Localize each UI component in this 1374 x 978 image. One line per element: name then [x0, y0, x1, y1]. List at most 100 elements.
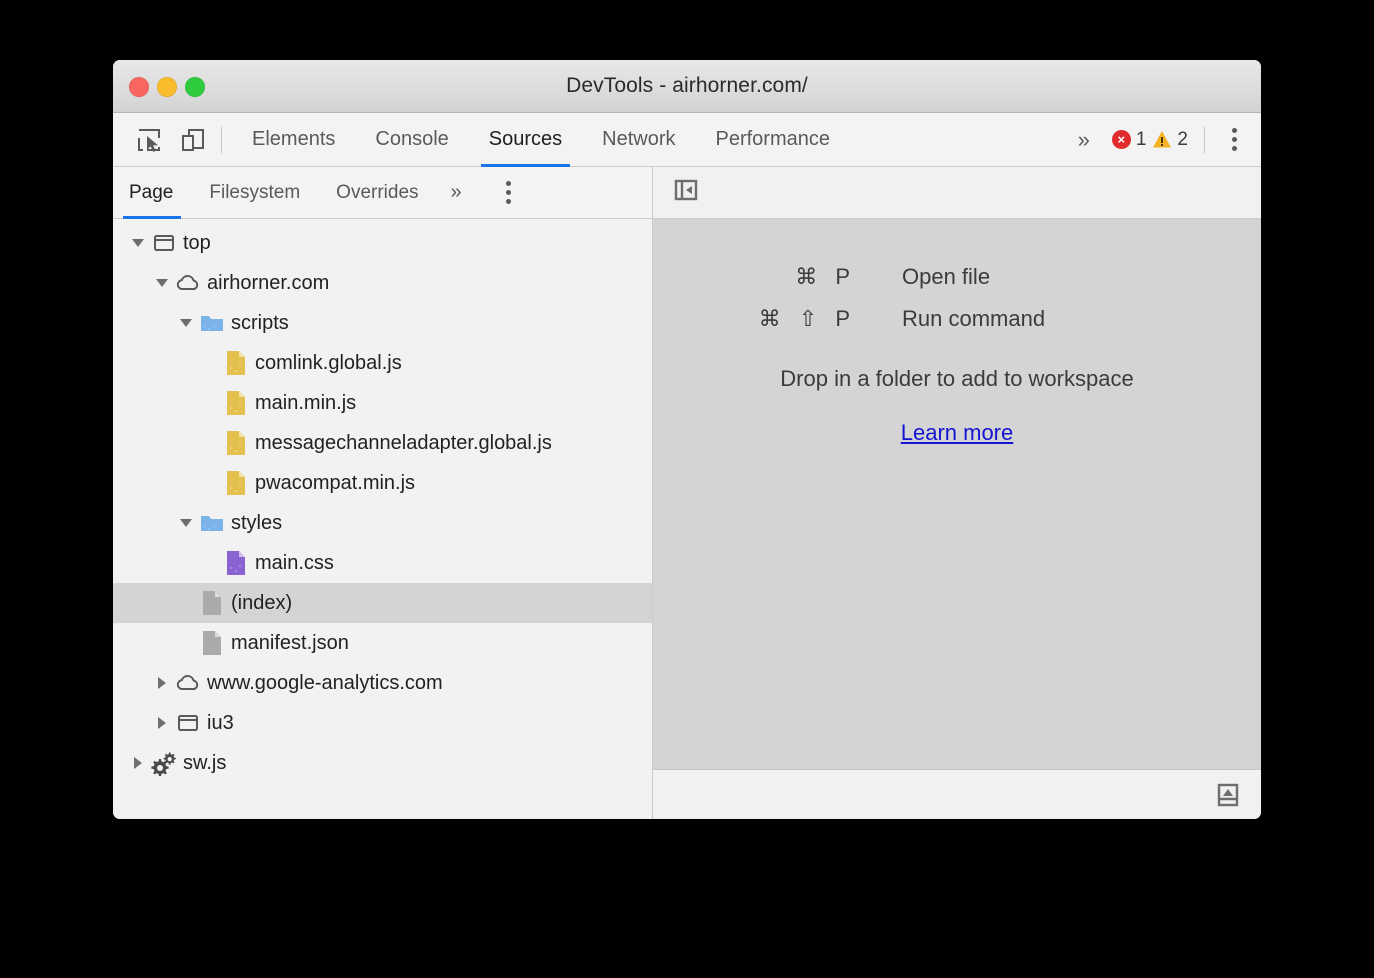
- navigator-panel: Page Filesystem Overrides » top airhorner…: [113, 167, 653, 819]
- minimize-button[interactable]: [157, 77, 177, 97]
- tab-label: Network: [602, 128, 675, 151]
- tree-item-styles[interactable]: styles: [113, 503, 652, 543]
- css-file-icon: [221, 550, 251, 576]
- tab-label: Elements: [252, 128, 335, 151]
- tree-item-comlink-global-js[interactable]: comlink.global.js: [113, 343, 652, 383]
- workspace-drop-hint: Drop in a folder to add to workspace: [780, 366, 1133, 392]
- warning-counter[interactable]: 2: [1152, 129, 1188, 151]
- cloud-icon: [173, 271, 203, 295]
- folder-icon: [197, 312, 227, 334]
- issue-counters: × 1 2: [1106, 129, 1194, 151]
- tree-item-label: main.css: [251, 552, 334, 575]
- device-toolbar-icon[interactable]: [171, 118, 215, 162]
- disclosure-triangle-icon[interactable]: [127, 239, 149, 247]
- devtools-window: DevTools - airhorner.com/ Elements Conso…: [113, 60, 1261, 819]
- toolbar-divider: [221, 127, 222, 153]
- shortcut-label: Run command: [902, 306, 1202, 332]
- warning-count: 2: [1177, 129, 1188, 151]
- tree-item-iu3[interactable]: iu3: [113, 703, 652, 743]
- tab-network[interactable]: Network: [582, 113, 695, 166]
- tab-label: Sources: [489, 128, 562, 151]
- disclosure-triangle-icon[interactable]: [151, 717, 173, 729]
- editor-status-bar: [653, 769, 1261, 819]
- document-icon: [197, 630, 227, 656]
- cloud-icon: [173, 671, 203, 695]
- toolbar-divider-2: [1204, 127, 1205, 153]
- editor-toolbar: [653, 167, 1261, 219]
- tree-item-airhorner-com[interactable]: airhorner.com: [113, 263, 652, 303]
- tree-item-sw-js[interactable]: sw.js: [113, 743, 652, 783]
- shortcut-keys: ⌘ P: [712, 264, 902, 290]
- error-counter[interactable]: × 1: [1112, 129, 1147, 151]
- document-icon: [197, 590, 227, 616]
- warning-icon: [1152, 130, 1172, 149]
- navigator-subtabs: Page Filesystem Overrides »: [113, 167, 652, 219]
- tree-item-label: airhorner.com: [203, 272, 329, 295]
- tree-item-main-min-js[interactable]: main.min.js: [113, 383, 652, 423]
- show-drawer-icon[interactable]: [1213, 780, 1243, 810]
- title-bar: DevTools - airhorner.com/: [113, 60, 1261, 113]
- js-file-icon: [221, 350, 251, 376]
- inspect-element-icon[interactable]: [127, 118, 171, 162]
- show-navigator-icon[interactable]: [673, 177, 699, 208]
- window-title: DevTools - airhorner.com/: [113, 74, 1261, 98]
- tree-item-label: pwacompat.min.js: [251, 472, 415, 495]
- js-file-icon: [221, 430, 251, 456]
- tab-performance[interactable]: Performance: [696, 113, 851, 166]
- tab-label: Performance: [716, 128, 831, 151]
- tree-item-top[interactable]: top: [113, 223, 652, 263]
- tree-item-label: styles: [227, 512, 282, 535]
- more-tabs-icon[interactable]: »: [1062, 127, 1106, 153]
- subtab-label: Filesystem: [209, 182, 300, 204]
- disclosure-triangle-icon[interactable]: [151, 279, 173, 287]
- tree-item-scripts[interactable]: scripts: [113, 303, 652, 343]
- shortcut-open-file: ⌘ P Open file: [712, 264, 1202, 290]
- error-count: 1: [1136, 129, 1147, 151]
- disclosure-triangle-icon[interactable]: [151, 677, 173, 689]
- tree-item-www-google-analytics-com[interactable]: www.google-analytics.com: [113, 663, 652, 703]
- tree-item-manifest-json[interactable]: manifest.json: [113, 623, 652, 663]
- tree-item-label: scripts: [227, 312, 289, 335]
- disclosure-triangle-icon[interactable]: [127, 757, 149, 769]
- js-file-icon: [221, 470, 251, 496]
- tree-item-label: messagechanneladapter.global.js: [251, 432, 552, 455]
- more-subtabs-icon[interactable]: »: [437, 167, 476, 218]
- subtab-filesystem[interactable]: Filesystem: [191, 167, 318, 218]
- frame-icon: [173, 711, 203, 735]
- navigator-menu-icon[interactable]: [490, 173, 528, 213]
- tab-elements[interactable]: Elements: [232, 113, 355, 166]
- tree-item-messagechanneladapter-global-js[interactable]: messagechanneladapter.global.js: [113, 423, 652, 463]
- learn-more-link[interactable]: Learn more: [901, 420, 1014, 446]
- main-menu-icon[interactable]: [1215, 120, 1253, 160]
- editor-placeholder: ⌘ P Open file ⌘ ⇧ P Run command Drop in …: [653, 219, 1261, 769]
- editor-panel: ⌘ P Open file ⌘ ⇧ P Run command Drop in …: [653, 167, 1261, 819]
- subtab-overrides[interactable]: Overrides: [318, 167, 436, 218]
- window-controls: [129, 77, 205, 97]
- main-toolbar: Elements Console Sources Network Perform…: [113, 113, 1261, 167]
- tree-item-label: www.google-analytics.com: [203, 672, 443, 695]
- folder-icon: [197, 512, 227, 534]
- shortcut-label: Open file: [902, 264, 1202, 290]
- disclosure-triangle-icon[interactable]: [175, 319, 197, 327]
- close-button[interactable]: [129, 77, 149, 97]
- disclosure-triangle-icon[interactable]: [175, 519, 197, 527]
- tree-item-pwacompat-min-js[interactable]: pwacompat.min.js: [113, 463, 652, 503]
- shortcut-list: ⌘ P Open file ⌘ ⇧ P Run command: [712, 264, 1202, 332]
- frame-icon: [149, 231, 179, 255]
- subtab-page[interactable]: Page: [113, 167, 191, 218]
- tab-sources[interactable]: Sources: [469, 113, 582, 166]
- file-tree: top airhorner.com scripts comlink.global.js…: [113, 219, 652, 819]
- subtab-label: Page: [129, 182, 173, 204]
- tree-item-label: comlink.global.js: [251, 352, 402, 375]
- tree-item-index[interactable]: (index): [113, 583, 652, 623]
- tree-item-label: main.min.js: [251, 392, 356, 415]
- maximize-button[interactable]: [185, 77, 205, 97]
- subtab-label: Overrides: [336, 182, 418, 204]
- tree-item-label: (index): [227, 592, 292, 615]
- tab-console[interactable]: Console: [355, 113, 468, 166]
- shortcut-keys: ⌘ ⇧ P: [712, 306, 902, 332]
- error-icon: ×: [1112, 130, 1131, 149]
- tree-item-main-css[interactable]: main.css: [113, 543, 652, 583]
- tree-item-label: sw.js: [179, 752, 226, 775]
- service-worker-icon: [149, 750, 179, 776]
